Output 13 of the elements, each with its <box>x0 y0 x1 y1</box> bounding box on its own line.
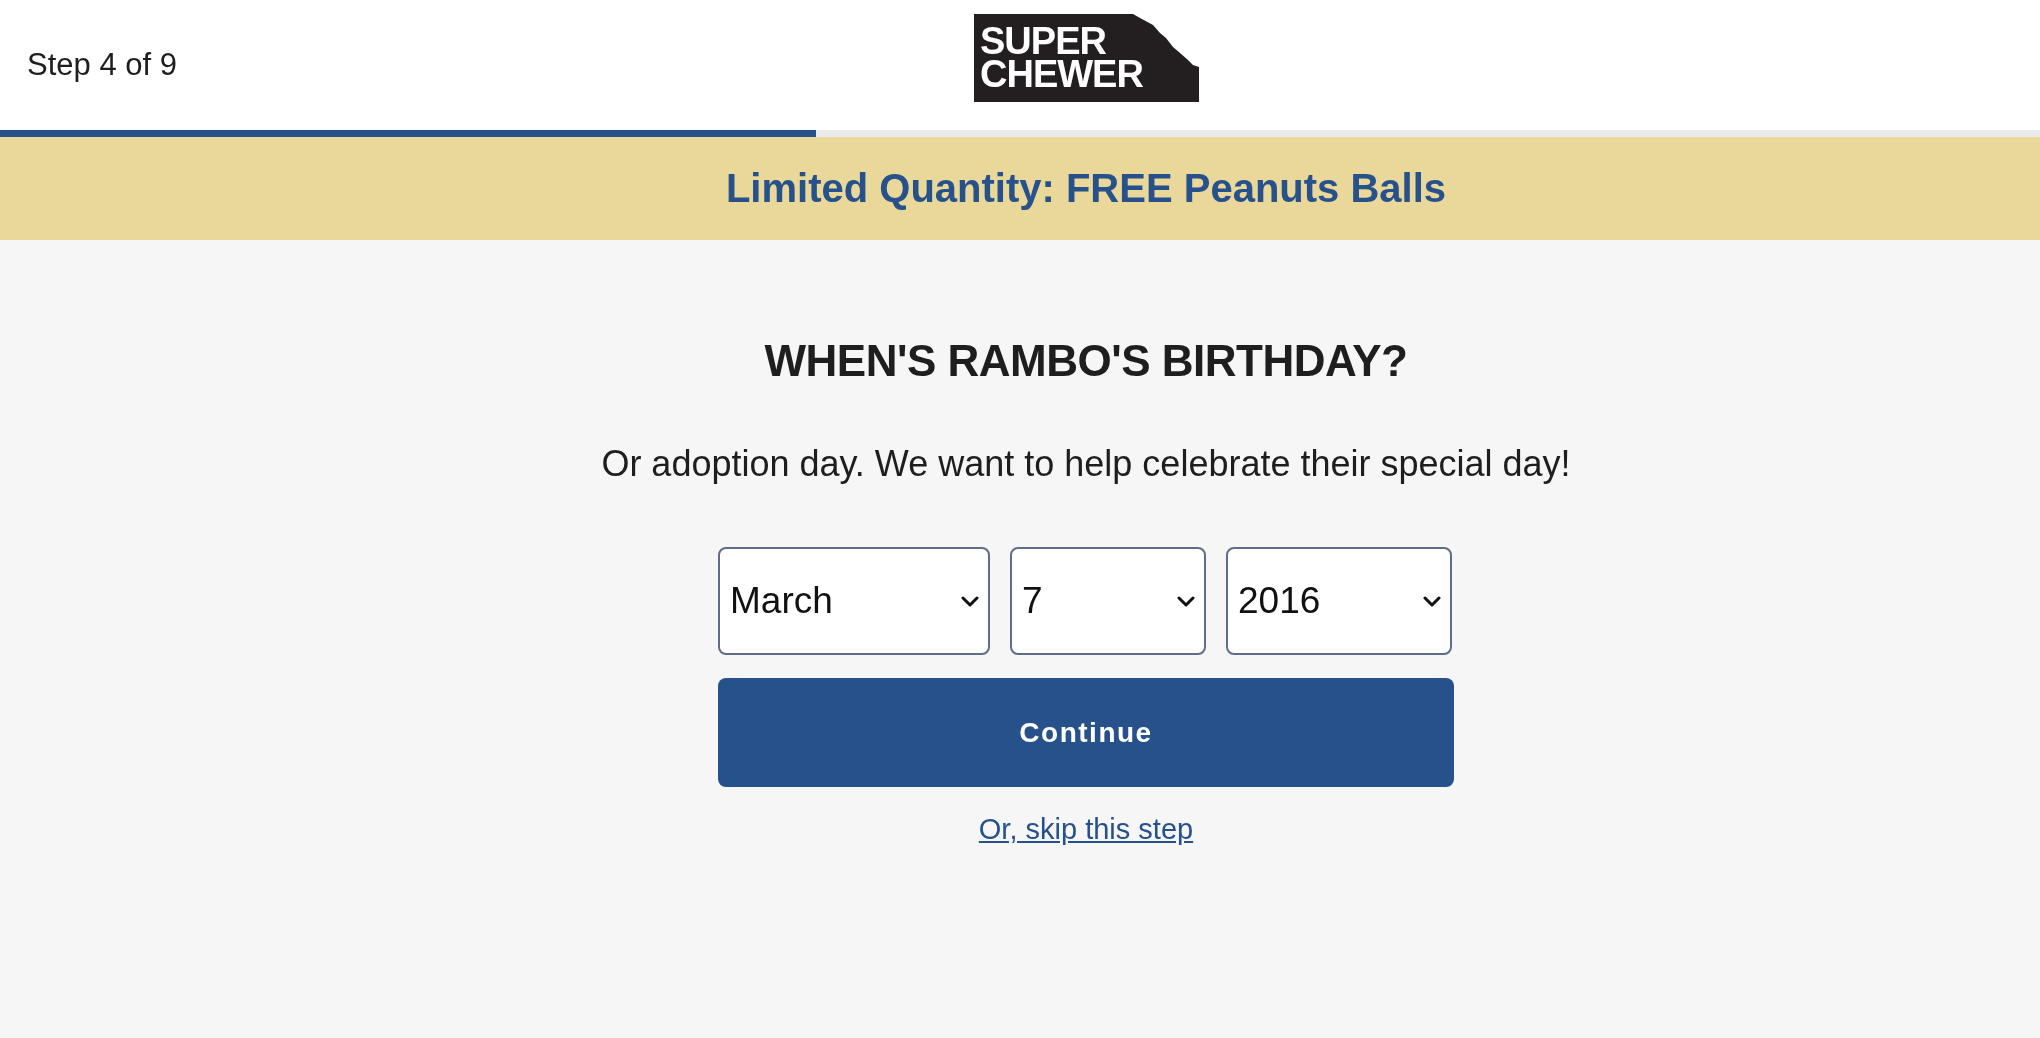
question-title: WHEN'S RAMBO'S BIRTHDAY? <box>764 335 1408 387</box>
chevron-down-icon <box>1423 595 1441 607</box>
month-dropdown[interactable]: March <box>718 547 990 655</box>
step-counter: Step 4 of 9 <box>27 47 177 83</box>
promo-text: Limited Quantity: FREE Peanuts Balls <box>725 166 1447 211</box>
logo: SUPER CHEWER <box>974 14 1199 102</box>
question-subtitle: Or adoption day. We want to help celebrate their special day! <box>601 443 1571 485</box>
chevron-down-icon <box>961 595 979 607</box>
day-dropdown[interactable]: 7 <box>1010 547 1206 655</box>
continue-button[interactable]: Continue <box>718 678 1454 787</box>
year-dropdown[interactable]: 2016 <box>1226 547 1452 655</box>
chevron-down-icon <box>1177 595 1195 607</box>
skip-link[interactable]: Or, skip this step <box>978 812 1194 846</box>
